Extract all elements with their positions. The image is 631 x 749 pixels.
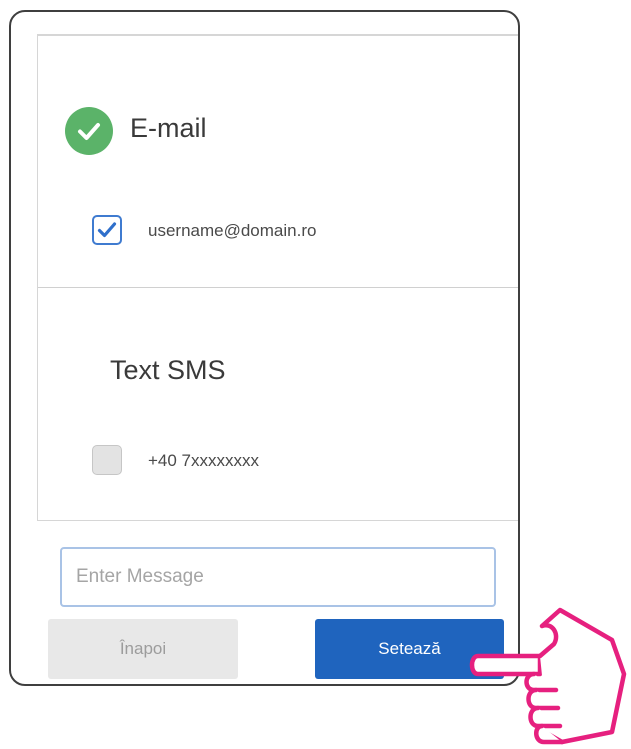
- page: E-mail username@domain.ro Text SMS +40 7…: [0, 0, 631, 749]
- email-checkbox[interactable]: [92, 215, 122, 245]
- checkmark-icon: [97, 222, 117, 238]
- sms-section-title: Text SMS: [110, 355, 226, 385]
- email-section-title: E-mail: [130, 113, 207, 143]
- pointing-hand-icon: [469, 607, 627, 745]
- section-divider: [38, 287, 518, 288]
- back-button[interactable]: Înapoi: [48, 619, 238, 679]
- card-top-border: [38, 35, 518, 36]
- contact-method-card: E-mail username@domain.ro Text SMS +40 7…: [37, 34, 518, 521]
- checkmark-glyph: [78, 123, 100, 140]
- sms-checkbox[interactable]: [92, 445, 122, 475]
- email-address-label: username@domain.ro: [148, 221, 317, 240]
- phone-frame: E-mail username@domain.ro Text SMS +40 7…: [9, 10, 520, 686]
- check-circle-icon: [65, 107, 113, 155]
- message-input[interactable]: [60, 547, 496, 607]
- phone-number-label: +40 7xxxxxxxx: [148, 451, 260, 470]
